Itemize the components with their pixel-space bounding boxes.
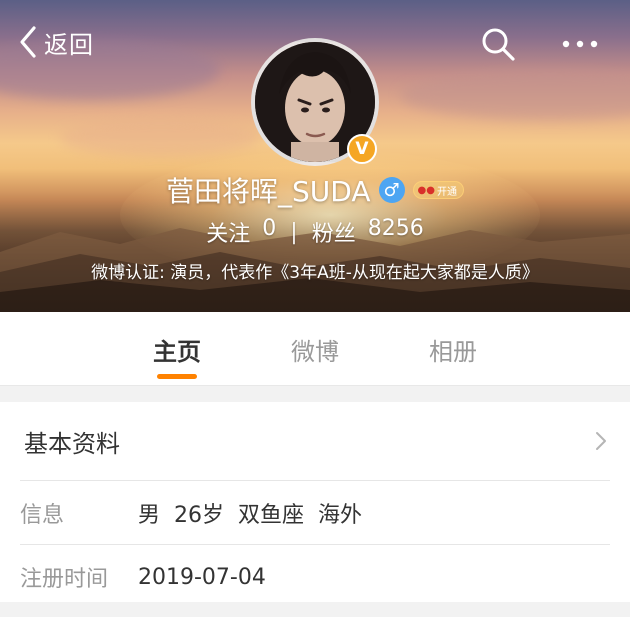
active-tab-indicator	[157, 374, 197, 379]
search-icon[interactable]	[480, 26, 516, 62]
basic-info-header[interactable]: 基本资料	[0, 402, 630, 480]
stats-separator: |	[290, 219, 298, 245]
info-row: 注册时间 2019-07-04	[0, 545, 630, 609]
followers-count: 8256	[367, 216, 424, 241]
tab-weibo[interactable]: 微博	[265, 332, 365, 367]
membership-badge[interactable]: ●● 开通	[412, 181, 464, 199]
info-row-label: 注册时间	[20, 567, 109, 592]
following-stat[interactable]: 关注 0	[206, 216, 276, 248]
male-icon: ♂	[378, 177, 405, 203]
info-row-value: 男 26岁 双鱼座 海外	[138, 503, 362, 528]
tab-album[interactable]: 相册	[403, 332, 503, 367]
cover-cloud	[400, 70, 630, 120]
chevron-left-icon	[20, 26, 36, 58]
following-label: 关注	[206, 222, 251, 247]
verified-badge: V	[347, 134, 377, 164]
chevron-right-icon	[596, 432, 606, 450]
follow-stats: 关注 0 | 粉丝 8256	[0, 216, 630, 248]
verification-bio: 微博认证: 演员，代表作《3年A班-从现在起大家都是人质》	[91, 263, 539, 283]
cover-shade	[0, 192, 630, 312]
bottom-spacer	[0, 602, 630, 617]
followers-stat[interactable]: 粉丝 8256	[312, 216, 424, 248]
following-count: 0	[262, 216, 277, 241]
profile-tabs: 主页 微博 相册	[0, 312, 630, 386]
user-name-row: 菅田将晖_SUDA ♂ ●● 开通	[0, 170, 630, 210]
more-options-icon[interactable]	[560, 30, 600, 58]
user-name: 菅田将晖_SUDA	[166, 175, 371, 208]
cover-cloud	[60, 120, 260, 156]
info-row-value: 2019-07-04	[138, 564, 266, 590]
followers-label: 粉丝	[311, 222, 356, 247]
back-label: 返回	[44, 30, 94, 59]
tab-home[interactable]: 主页	[127, 332, 227, 367]
back-button[interactable]: 返回	[16, 24, 94, 60]
info-row: 信息 男 26岁 双鱼座 海外	[0, 481, 630, 545]
membership-label: 开通	[436, 186, 457, 198]
basic-info-title: 基本资料	[24, 429, 120, 458]
membership-icon: ●●	[417, 184, 435, 196]
info-row-label: 信息	[20, 503, 65, 528]
basic-info-card: 基本资料 信息 男 26岁 双鱼座 海外 注册时间 2019-07-04	[0, 402, 630, 602]
